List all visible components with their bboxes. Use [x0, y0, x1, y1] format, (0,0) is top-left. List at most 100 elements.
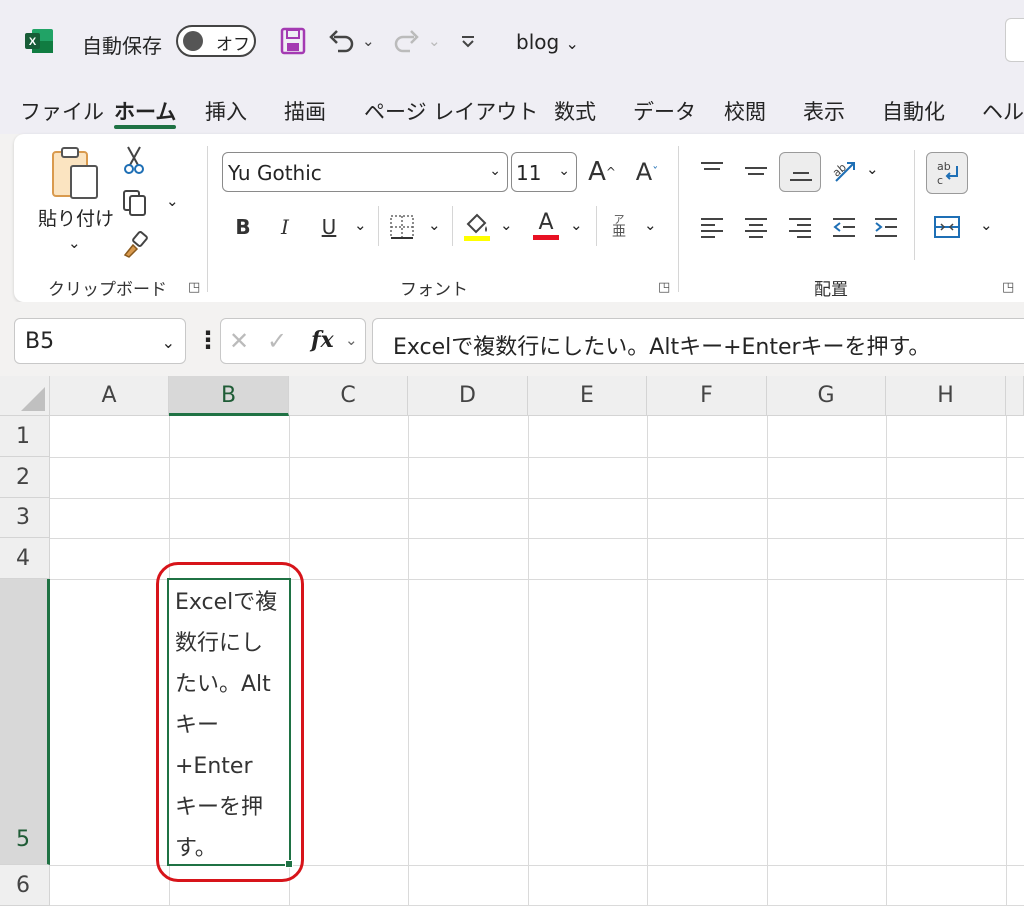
grow-letter: A [588, 157, 606, 187]
align-bottom-button[interactable] [779, 152, 821, 192]
svg-text:c: c [937, 174, 943, 187]
undo-dropdown-chevron-icon[interactable]: ⌄ [362, 32, 375, 50]
clipboard-launcher-icon[interactable]: ◳ [188, 280, 200, 295]
toggle-knob [183, 31, 203, 51]
decrease-indent-icon[interactable] [828, 210, 860, 244]
wrap-text-button[interactable]: ab c [926, 152, 968, 194]
underline-dropdown-chevron-icon[interactable]: ⌄ [354, 216, 367, 234]
column-header-b[interactable]: B [169, 376, 289, 416]
tab-home[interactable]: ホーム [114, 96, 176, 126]
column-header-c[interactable]: C [289, 376, 408, 416]
align-left-icon[interactable] [696, 210, 728, 244]
group-separator [207, 146, 208, 292]
font-color-dropdown-chevron-icon[interactable]: ⌄ [570, 216, 583, 234]
borders-dropdown-chevron-icon[interactable]: ⌄ [428, 216, 441, 234]
redo-dropdown-chevron-icon: ⌄ [428, 32, 441, 50]
copy-dropdown-chevron-icon[interactable]: ⌄ [166, 192, 179, 210]
align-top-icon[interactable] [696, 154, 728, 188]
tab-review[interactable]: 校閲 [724, 96, 766, 126]
select-all-button[interactable] [0, 376, 50, 416]
worksheet-grid[interactable] [0, 376, 1024, 906]
tab-data[interactable]: データ [633, 96, 696, 126]
tab-help[interactable]: ヘルプ [982, 96, 1024, 126]
file-name[interactable]: blog ⌄ [516, 30, 579, 54]
more-options-icon[interactable]: ⋮ [196, 326, 220, 354]
increase-font-size-icon[interactable]: A ^ [585, 152, 619, 192]
orientation-dropdown-chevron-icon[interactable]: ⌄ [866, 160, 879, 178]
tab-page-layout[interactable]: ページ レイアウト [364, 96, 538, 126]
gridline [1006, 416, 1007, 906]
font-color-icon[interactable]: A [530, 206, 562, 244]
row-header-2[interactable]: 2 [0, 457, 50, 498]
format-painter-icon[interactable] [120, 230, 150, 260]
row-header-6[interactable]: 6 [0, 865, 50, 906]
cancel-icon[interactable]: ✕ [229, 327, 249, 355]
increase-indent-icon[interactable] [870, 210, 902, 244]
font-size-select[interactable]: 11 ⌄ [511, 152, 577, 192]
bold-button[interactable]: B [228, 210, 258, 244]
font-name-select[interactable]: Yu Gothic ⌄ [222, 152, 508, 192]
search-box[interactable] [1005, 18, 1024, 62]
font-size-value: 11 [516, 161, 542, 185]
name-box-chevron-icon: ⌄ [161, 333, 175, 352]
underline-button[interactable]: U [314, 210, 344, 244]
tab-insert[interactable]: 挿入 [205, 96, 247, 126]
name-box[interactable]: B5 ⌄ [14, 318, 186, 364]
align-middle-icon[interactable] [740, 154, 772, 188]
active-tab-indicator [114, 125, 176, 129]
fx-chevron-icon[interactable]: ⌄ [345, 331, 358, 349]
merge-dropdown-chevron-icon[interactable]: ⌄ [980, 216, 993, 234]
undo-icon[interactable] [324, 26, 358, 56]
cut-icon[interactable] [120, 144, 148, 176]
fill-color-icon[interactable] [460, 208, 494, 244]
enter-icon[interactable]: ✓ [267, 327, 287, 355]
alignment-launcher-icon[interactable]: ◳ [1002, 280, 1014, 295]
gridline [408, 416, 409, 906]
insert-function-icon[interactable]: fx [311, 327, 334, 353]
borders-icon[interactable] [386, 210, 418, 244]
row-header-1[interactable]: 1 [0, 416, 50, 457]
decrease-font-size-icon[interactable]: Aˇ [630, 152, 664, 192]
tab-view[interactable]: 表示 [803, 96, 845, 126]
clipboard-group-label: クリップボード [48, 280, 167, 300]
column-header-e[interactable]: E [528, 376, 647, 416]
tab-draw[interactable]: 描画 [284, 96, 326, 126]
tab-formulas[interactable]: 数式 [554, 96, 596, 126]
font-size-chevron-icon: ⌄ [558, 163, 570, 179]
row-header-3[interactable]: 3 [0, 498, 50, 538]
orientation-icon[interactable]: ab [828, 154, 860, 188]
select-all-triangle-icon [21, 387, 45, 411]
formula-controls: ✕ ✓ fx ⌄ [220, 318, 366, 364]
column-header-a[interactable]: A [50, 376, 169, 416]
row-header-4[interactable]: 4 [0, 538, 50, 579]
copy-icon[interactable] [120, 188, 150, 218]
autosave-toggle[interactable]: オフ [176, 25, 256, 57]
column-header-partial[interactable] [1006, 376, 1024, 416]
paste-icon[interactable] [46, 146, 104, 202]
merge-center-icon[interactable] [930, 210, 964, 244]
paste-label[interactable]: 貼り付け [38, 204, 114, 231]
fill-color-dropdown-chevron-icon[interactable]: ⌄ [500, 216, 513, 234]
font-launcher-icon[interactable]: ◳ [658, 280, 670, 295]
row-header-5[interactable]: 5 [0, 579, 50, 865]
phonetic-guide-icon[interactable]: ア 亜 [604, 208, 634, 244]
customize-toolbar-icon[interactable] [456, 26, 480, 56]
tab-file[interactable]: ファイル [20, 96, 104, 126]
autosave-label: 自動保存 [82, 34, 162, 58]
phonetic-dropdown-chevron-icon[interactable]: ⌄ [644, 216, 657, 234]
column-header-h[interactable]: H [886, 376, 1006, 416]
italic-button[interactable]: I [270, 210, 300, 244]
font-name-chevron-icon: ⌄ [489, 163, 501, 179]
align-right-icon[interactable] [784, 210, 816, 244]
mini-separator [378, 206, 379, 246]
paste-dropdown-chevron-icon[interactable]: ⌄ [68, 234, 81, 252]
column-header-f[interactable]: F [647, 376, 767, 416]
column-header-d[interactable]: D [408, 376, 528, 416]
tab-automate[interactable]: 自動化 [882, 96, 945, 126]
gridline [50, 498, 1024, 499]
column-header-g[interactable]: G [767, 376, 886, 416]
font-name-value: Yu Gothic [228, 161, 322, 185]
formula-input[interactable]: Excelで複数行にしたい。Altキー+Enterキーを押す。 [372, 318, 1024, 364]
save-icon[interactable] [278, 26, 308, 56]
align-center-icon[interactable] [740, 210, 772, 244]
